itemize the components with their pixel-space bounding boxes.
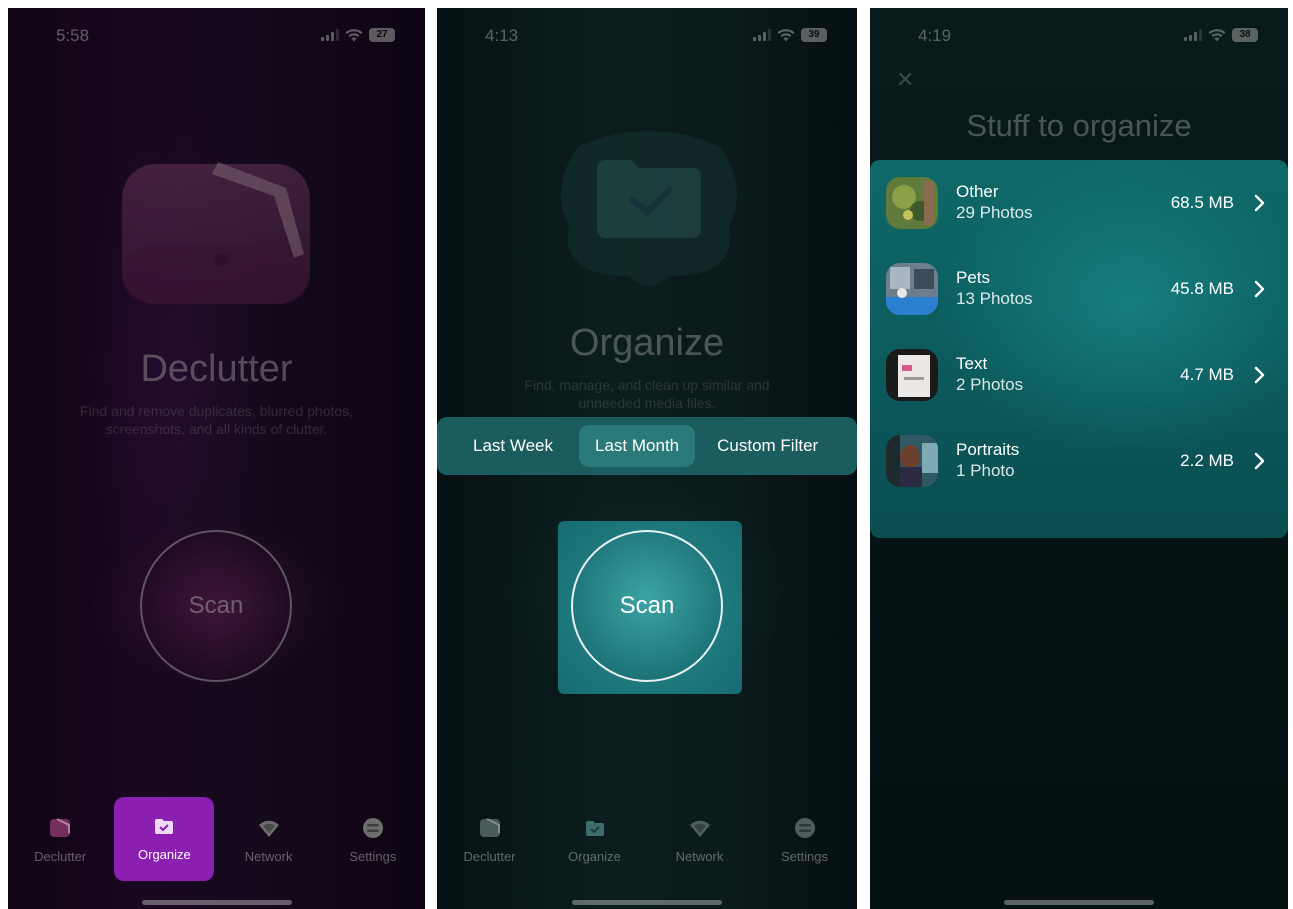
declutter-app-icon (122, 162, 310, 304)
filter-last-month[interactable]: Last Month (579, 425, 696, 467)
date-filter-bar: Last Week Last Month Custom Filter (437, 417, 857, 475)
organize-app-icon (561, 131, 737, 286)
category-name: Pets (956, 268, 991, 287)
organize-icon (155, 819, 174, 834)
chevron-right-icon (1254, 366, 1265, 384)
tab-label: Organize (138, 847, 191, 862)
list-item[interactable]: Portraits 1 Photo 2.2 MB (870, 418, 1288, 504)
category-name: Other (956, 182, 999, 201)
list-item[interactable]: Other 29 Photos 68.5 MB (870, 160, 1288, 246)
filter-custom[interactable]: Custom Filter (701, 425, 834, 467)
tab-label: Network (675, 849, 724, 864)
status-bar: 4:13 39 (437, 26, 857, 48)
scan-button[interactable]: Scan (140, 530, 292, 682)
tab-label: Settings (349, 849, 397, 864)
status-time: 5:58 (56, 26, 90, 45)
tab-settings[interactable]: Settings (323, 803, 423, 889)
settings-icon (794, 818, 815, 838)
tab-bar: Declutter Organize Network Settings (8, 797, 425, 889)
status-bar: 5:58 27 (8, 26, 425, 48)
cellular-signal-icon (753, 29, 771, 41)
wifi-icon (1208, 28, 1226, 41)
category-size: 68.5 MB (1170, 193, 1234, 212)
cellular-signal-icon (321, 29, 339, 41)
stuff-to-organize-screen: 4:19 38 ✕ Stuff to organize Other 29 Pho… (870, 8, 1288, 909)
tab-declutter[interactable]: Declutter (10, 803, 110, 889)
tab-declutter[interactable]: Declutter (440, 803, 540, 889)
battery-icon: 38 (1232, 28, 1258, 42)
category-size: 4.7 MB (1180, 365, 1234, 384)
declutter-icon (50, 818, 71, 837)
tab-label: Organize (568, 849, 621, 864)
page-title: Stuff to organize (966, 108, 1192, 143)
network-icon (689, 820, 710, 837)
tab-settings[interactable]: Settings (755, 803, 855, 889)
category-list: Other 29 Photos 68.5 MB Pets 13 Photos 4… (870, 160, 1288, 538)
dim-overlay (8, 8, 425, 909)
page-description: Find, manage, and clean up similar and u… (524, 377, 770, 411)
filter-last-week[interactable]: Last Week (453, 425, 573, 467)
category-count: 13 Photos (956, 289, 1033, 308)
category-thumbnail (886, 177, 938, 229)
chevron-right-icon (1254, 280, 1265, 298)
status-time: 4:13 (485, 26, 519, 45)
battery-icon: 39 (801, 28, 827, 42)
category-thumbnail (886, 263, 938, 315)
tab-label: Declutter (463, 849, 516, 864)
home-indicator (572, 900, 722, 905)
category-size: 2.2 MB (1180, 451, 1234, 470)
tab-organize[interactable]: Organize (545, 803, 645, 889)
filter-label: Last Week (473, 436, 554, 455)
list-item[interactable]: Pets 13 Photos 45.8 MB (870, 246, 1288, 332)
chevron-right-icon (1254, 452, 1265, 470)
filter-label: Custom Filter (717, 436, 819, 455)
wifi-icon (345, 28, 363, 41)
settings-icon (362, 818, 383, 838)
scan-button[interactable]: Scan (571, 530, 723, 682)
category-name: Portraits (956, 440, 1020, 459)
cellular-signal-icon (1184, 29, 1202, 41)
category-size: 45.8 MB (1170, 279, 1234, 298)
scan-label: Scan (188, 592, 244, 619)
declutter-icon (479, 818, 500, 837)
battery-icon: 27 (369, 28, 395, 42)
scan-label: Scan (619, 592, 675, 619)
chevron-right-icon (1254, 194, 1265, 212)
list-item[interactable]: Text 2 Photos 4.7 MB (870, 332, 1288, 418)
category-thumbnail (886, 435, 938, 487)
declutter-screen: 5:58 27 Declutter Find and remove duplic… (8, 8, 425, 909)
category-thumbnail (886, 349, 938, 401)
tab-label: Declutter (34, 849, 87, 864)
status-time: 4:19 (918, 26, 952, 45)
status-bar: 4:19 38 (870, 26, 1288, 48)
close-icon[interactable]: ✕ (896, 69, 916, 91)
organize-icon (585, 821, 604, 836)
wifi-icon (777, 28, 795, 41)
category-count: 1 Photo (956, 461, 1015, 480)
page-title: Declutter (140, 348, 293, 390)
page-title: Organize (569, 322, 725, 364)
home-indicator (1004, 900, 1154, 905)
home-indicator (141, 900, 292, 905)
tab-label: Network (244, 849, 293, 864)
network-icon (258, 820, 279, 837)
tab-organize[interactable]: Organize (114, 797, 215, 881)
tab-network[interactable]: Network (219, 803, 319, 889)
tab-bar: Declutter Organize Network Settings (437, 803, 857, 889)
category-name: Text (956, 354, 988, 373)
organize-screen: 4:13 39 Organize Find, manage, and clean… (437, 8, 857, 909)
tab-label: Settings (781, 849, 828, 864)
tab-network[interactable]: Network (650, 803, 750, 889)
scan-highlight: Scan (558, 521, 742, 694)
category-count: 29 Photos (956, 203, 1033, 222)
filter-label: Last Month (595, 436, 680, 455)
page-description: Find and remove duplicates, blurred phot… (79, 403, 354, 437)
category-count: 2 Photos (956, 375, 1024, 394)
